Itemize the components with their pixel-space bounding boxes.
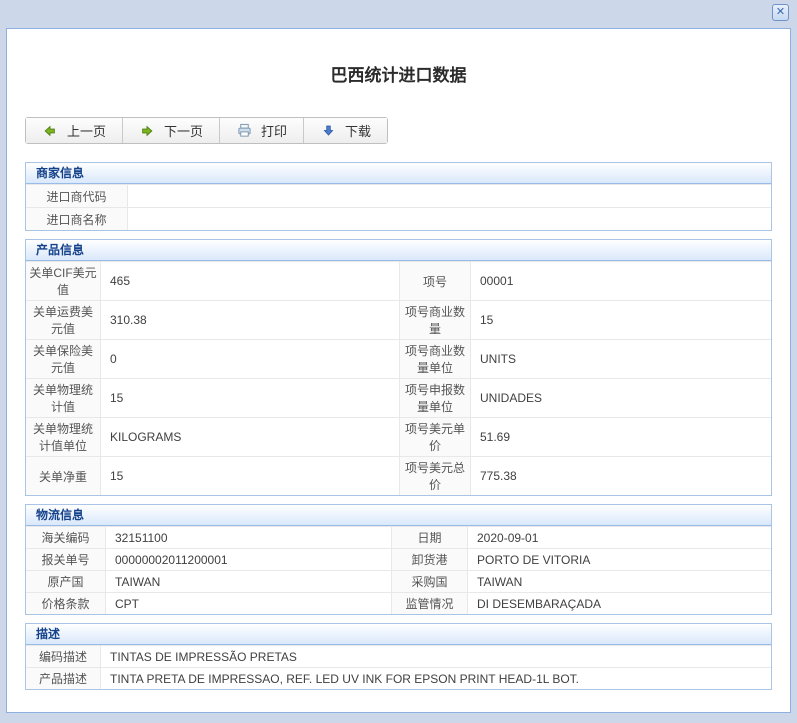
field-value: PORTO DE VITORIA [468, 549, 771, 570]
table-row: 关单净重 15 项号美元总价 775.38 [26, 456, 771, 495]
section-merchant-title: 商家信息 [26, 163, 771, 184]
field-label: 进口商代码 [26, 185, 128, 207]
field-label: 关单运费美元值 [26, 301, 101, 339]
field-label: 日期 [391, 527, 468, 548]
table-row: 关单物理统计值单位 KILOGRAMS 项号美元单价 51.69 [26, 417, 771, 456]
field-label: 卸货港 [391, 549, 468, 570]
field-label: 关单净重 [26, 457, 101, 495]
field-value: 00000002011200001 [106, 549, 391, 570]
field-value: 775.38 [471, 457, 771, 495]
field-value: 15 [101, 379, 399, 417]
field-label: 海关编码 [26, 527, 106, 548]
table-row: 进口商代码 [26, 184, 771, 207]
download-button[interactable]: 下载 [304, 118, 387, 143]
table-row: 编码描述 TINTAS DE IMPRESSÃO PRETAS [26, 645, 771, 667]
field-label: 关单物理统计值单位 [26, 418, 101, 456]
field-label: 关单物理统计值 [26, 379, 101, 417]
field-value: TAIWAN [468, 571, 771, 592]
section-description-title: 描述 [26, 624, 771, 645]
blue-arrow-down-icon [320, 123, 336, 139]
field-value [128, 185, 771, 207]
field-label: 关单保险美元值 [26, 340, 101, 378]
field-value: TINTAS DE IMPRESSÃO PRETAS [101, 646, 771, 667]
section-description: 描述 编码描述 TINTAS DE IMPRESSÃO PRETAS 产品描述 … [25, 623, 772, 690]
field-label: 监管情况 [391, 593, 468, 614]
field-value: 465 [101, 262, 399, 300]
field-value: TINTA PRETA DE IMPRESSAO, REF. LED UV IN… [101, 668, 771, 689]
field-label: 项号申报数量单位 [399, 379, 471, 417]
field-label: 原产国 [26, 571, 106, 592]
table-row: 海关编码 32151100 日期 2020-09-01 [26, 526, 771, 548]
green-arrow-right-icon [139, 123, 155, 139]
field-label: 关单CIF美元值 [26, 262, 101, 300]
table-row: 关单保险美元值 0 项号商业数量单位 UNITS [26, 339, 771, 378]
field-value: 15 [101, 457, 399, 495]
table-row: 产品描述 TINTA PRETA DE IMPRESSAO, REF. LED … [26, 667, 771, 689]
field-label: 采购国 [391, 571, 468, 592]
field-value: 0 [101, 340, 399, 378]
field-label: 项号商业数量 [399, 301, 471, 339]
toolbar: 上一页 下一页 打印 下载 [25, 117, 388, 144]
field-value: KILOGRAMS [101, 418, 399, 456]
table-row: 报关单号 00000002011200001 卸货港 PORTO DE VITO… [26, 548, 771, 570]
table-row: 进口商名称 [26, 207, 771, 230]
field-label: 项号 [399, 262, 471, 300]
green-arrow-left-icon [42, 123, 58, 139]
section-logistics-info: 物流信息 海关编码 32151100 日期 2020-09-01 报关单号 00… [25, 504, 772, 615]
field-value: UNIDADES [471, 379, 771, 417]
next-page-button[interactable]: 下一页 [123, 118, 220, 143]
field-label: 项号美元单价 [399, 418, 471, 456]
dialog-panel: 巴西统计进口数据 上一页 下一页 打印 [6, 28, 791, 713]
field-value: 15 [471, 301, 771, 339]
prev-page-label: 上一页 [67, 121, 106, 140]
print-button[interactable]: 打印 [220, 118, 304, 143]
field-label: 编码描述 [26, 646, 101, 667]
field-value: 2020-09-01 [468, 527, 771, 548]
field-value: CPT [106, 593, 391, 614]
table-row: 原产国 TAIWAN 采购国 TAIWAN [26, 570, 771, 592]
printer-icon [236, 123, 252, 139]
section-product-title: 产品信息 [26, 240, 771, 261]
close-icon: ✕ [776, 6, 785, 18]
section-merchant-info: 商家信息 进口商代码 进口商名称 [25, 162, 772, 231]
field-value: 32151100 [106, 527, 391, 548]
field-label: 报关单号 [26, 549, 106, 570]
content: 商家信息 进口商代码 进口商名称 产品信息 关单CIF美元值 465 项号 00… [25, 162, 772, 690]
field-value: 00001 [471, 262, 771, 300]
field-value [128, 208, 771, 230]
field-value: 310.38 [101, 301, 399, 339]
field-value: UNITS [471, 340, 771, 378]
download-label: 下载 [345, 121, 371, 140]
field-value: TAIWAN [106, 571, 391, 592]
field-value: 51.69 [471, 418, 771, 456]
table-row: 关单运费美元值 310.38 项号商业数量 15 [26, 300, 771, 339]
section-product-info: 产品信息 关单CIF美元值 465 项号 00001 关单运费美元值 310.3… [25, 239, 772, 496]
field-label: 项号商业数量单位 [399, 340, 471, 378]
table-row: 价格条款 CPT 监管情况 DI DESEMBARAÇADA [26, 592, 771, 614]
print-label: 打印 [261, 121, 287, 140]
table-row: 关单CIF美元值 465 项号 00001 [26, 261, 771, 300]
field-value: DI DESEMBARAÇADA [468, 593, 771, 614]
field-label: 进口商名称 [26, 208, 128, 230]
section-logistics-title: 物流信息 [26, 505, 771, 526]
close-button[interactable]: ✕ [772, 4, 789, 21]
page-title: 巴西统计进口数据 [7, 61, 790, 86]
field-label: 项号美元总价 [399, 457, 471, 495]
next-page-label: 下一页 [164, 121, 203, 140]
field-label: 价格条款 [26, 593, 106, 614]
prev-page-button[interactable]: 上一页 [26, 118, 123, 143]
field-label: 产品描述 [26, 668, 101, 689]
table-row: 关单物理统计值 15 项号申报数量单位 UNIDADES [26, 378, 771, 417]
